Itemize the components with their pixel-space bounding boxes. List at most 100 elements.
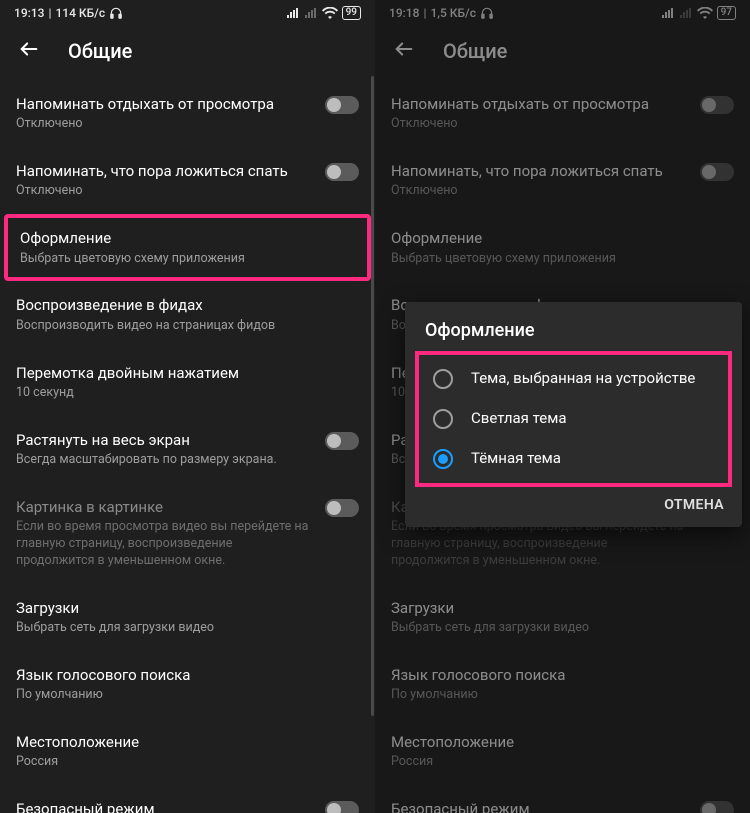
settings-item-label: Оформление (20, 228, 355, 248)
settings-item[interactable]: Местоположение Россия (0, 718, 375, 785)
settings-item-subtitle: Всегда масштабировать по размеру экрана. (391, 452, 688, 469)
settings-item[interactable]: Язык голосового поиска По умолчанию (0, 651, 375, 718)
settings-item[interactable]: Воспроизведение в фидах Воспроизводить ви… (375, 281, 750, 348)
settings-item-label: Местоположение (391, 732, 734, 752)
settings-item-subtitle: Россия (391, 754, 734, 771)
settings-item[interactable]: Картинка в картинкеЕсли во время просмот… (375, 483, 750, 584)
settings-item[interactable]: Загрузки Выбрать сеть для загрузки видео (375, 584, 750, 651)
settings-item[interactable]: Напоминать, что пора ложиться спать Отклю… (0, 147, 375, 214)
toggle-switch[interactable] (700, 163, 734, 181)
settings-item-label: Картинка в картинке (391, 497, 688, 517)
settings-list-left: Напоминать отдыхать от просмотра Отключен… (0, 76, 375, 813)
settings-item-subtitle: По умолчанию (16, 687, 359, 704)
toggle-switch[interactable] (325, 96, 359, 114)
wifi-icon (697, 7, 713, 19)
settings-item-label: Растянуть на весь экран (16, 430, 313, 450)
settings-list-right: Напоминать отдыхать от просмотра Отключен… (375, 76, 750, 813)
battery-icon: 97 (717, 6, 736, 20)
toggle-switch[interactable] (700, 801, 734, 813)
settings-item-label: Воспроизведение в фидах (391, 295, 734, 315)
settings-item-label: Напоминать, что пора ложиться спать (16, 161, 313, 181)
settings-item-label: Безопасный режим (391, 799, 688, 813)
settings-item-label: Напоминать отдыхать от просмотра (391, 94, 688, 114)
settings-item-subtitle: 10 секунд (391, 385, 734, 402)
headphones-icon (480, 6, 494, 20)
settings-item-subtitle: Если во время просмотра видео вы перейде… (391, 519, 688, 570)
settings-item-subtitle: 10 секунд (16, 385, 359, 402)
titlebar: Общие (0, 26, 375, 76)
settings-item[interactable]: Напоминать отдыхать от просмотра Отключен… (375, 80, 750, 147)
scrollbar[interactable] (371, 76, 374, 716)
settings-item-label: Язык голосового поиска (16, 665, 359, 685)
settings-item-subtitle: Отключено (16, 116, 313, 133)
settings-item[interactable]: Безопасный режимВ безопасном режиме скры… (375, 785, 750, 813)
settings-item[interactable]: Оформление Выбрать цветовую схему приложе… (375, 214, 750, 281)
settings-item-subtitle: Россия (16, 754, 359, 771)
status-time: 19:18 (389, 6, 419, 20)
titlebar: Общие (375, 26, 750, 76)
screen-left: 19:13 | 114 КБ/с 99 Общие Напоминать отд… (0, 0, 375, 813)
settings-item-subtitle: Выбрать цветовую схему приложения (20, 251, 355, 268)
toggle-switch[interactable] (325, 801, 359, 813)
settings-item[interactable]: Напоминать, что пора ложиться спатьОтклю… (375, 147, 750, 214)
screen-right: 19:18 | 1,5 КБ/с 97 Общие Напоминать отд… (375, 0, 750, 813)
settings-item-subtitle: Выбрать цветовую схему приложения (391, 251, 734, 268)
toggle-switch[interactable] (700, 499, 734, 517)
settings-item-label: Напоминать отдыхать от просмотра (16, 94, 313, 114)
settings-item-label: Местоположение (16, 732, 359, 752)
statusbar: 19:18 | 1,5 КБ/с 97 (375, 0, 750, 26)
status-sep: | (48, 6, 51, 20)
settings-item-label: Язык голосового поиска (391, 665, 734, 685)
settings-item-label: Перемотка двойным нажатием (391, 363, 734, 383)
settings-item-subtitle: Воспроизводить видео на страницах фидов (16, 318, 359, 335)
toggle-switch[interactable] (700, 96, 734, 114)
settings-item[interactable]: Безопасный режимВ безопасном режиме скры… (0, 785, 375, 813)
toggle-switch[interactable] (325, 432, 359, 450)
page-title: Общие (443, 39, 507, 63)
status-time: 19:13 (14, 6, 44, 20)
settings-item[interactable]: Загрузки Выбрать сеть для загрузки видео (0, 584, 375, 651)
settings-item[interactable]: Местоположение Россия (375, 718, 750, 785)
signal-icon (286, 7, 300, 19)
toggle-switch[interactable] (700, 432, 734, 450)
toggle-switch[interactable] (325, 163, 359, 181)
settings-item-subtitle: Отключено (391, 116, 688, 133)
settings-item-label: Загрузки (391, 598, 734, 618)
page-title: Общие (68, 39, 132, 63)
settings-item-subtitle: Отключено (16, 183, 313, 200)
back-button[interactable] (393, 38, 415, 64)
headphones-icon (109, 6, 123, 20)
wifi-icon (322, 7, 338, 19)
toggle-switch[interactable] (325, 499, 359, 517)
settings-item-label: Безопасный режим (16, 799, 313, 813)
settings-item[interactable]: Перемотка двойным нажатием 10 секунд (0, 349, 375, 416)
settings-item-subtitle: Всегда масштабировать по размеру экрана. (16, 452, 313, 469)
settings-item[interactable]: Картинка в картинкеЕсли во время просмот… (0, 483, 375, 584)
settings-item-subtitle: Выбрать сеть для загрузки видео (391, 620, 734, 637)
statusbar: 19:13 | 114 КБ/с 99 (0, 0, 375, 26)
signal2-icon (679, 7, 693, 19)
signal2-icon (304, 7, 318, 19)
settings-item-label: Растянуть на весь экран (391, 430, 688, 450)
battery-icon: 99 (342, 6, 361, 20)
status-net: 114 КБ/с (55, 6, 105, 20)
settings-item-label: Напоминать, что пора ложиться спать (391, 161, 688, 181)
settings-item-subtitle: Если во время просмотра видео вы перейде… (16, 519, 313, 570)
settings-item[interactable]: Напоминать отдыхать от просмотра Отключен… (0, 80, 375, 147)
settings-item-label: Оформление (391, 228, 734, 248)
settings-item-label: Перемотка двойным нажатием (16, 363, 359, 383)
settings-item[interactable]: Растянуть на весь экран Всегда масштабиро… (0, 416, 375, 483)
settings-item[interactable]: Перемотка двойным нажатием 10 секунд (375, 349, 750, 416)
settings-item-subtitle: По умолчанию (391, 687, 734, 704)
settings-item[interactable]: Воспроизведение в фидахВоспроизводить ви… (0, 281, 375, 348)
settings-item-subtitle: Выбрать сеть для загрузки видео (16, 620, 359, 637)
settings-item-label: Картинка в картинке (16, 497, 313, 517)
settings-item[interactable]: Язык голосового поиска По умолчанию (375, 651, 750, 718)
settings-item[interactable]: Оформление Выбрать цветовую схему приложе… (4, 214, 371, 281)
status-net: 1,5 КБ/с (430, 6, 476, 20)
settings-item[interactable]: Растянуть на весь экран Всегда масштабиро… (375, 416, 750, 483)
signal-icon (661, 7, 675, 19)
settings-item-label: Загрузки (16, 598, 359, 618)
settings-item-subtitle: Воспроизводить видео на страницах фидов (391, 318, 734, 335)
back-button[interactable] (18, 38, 40, 64)
